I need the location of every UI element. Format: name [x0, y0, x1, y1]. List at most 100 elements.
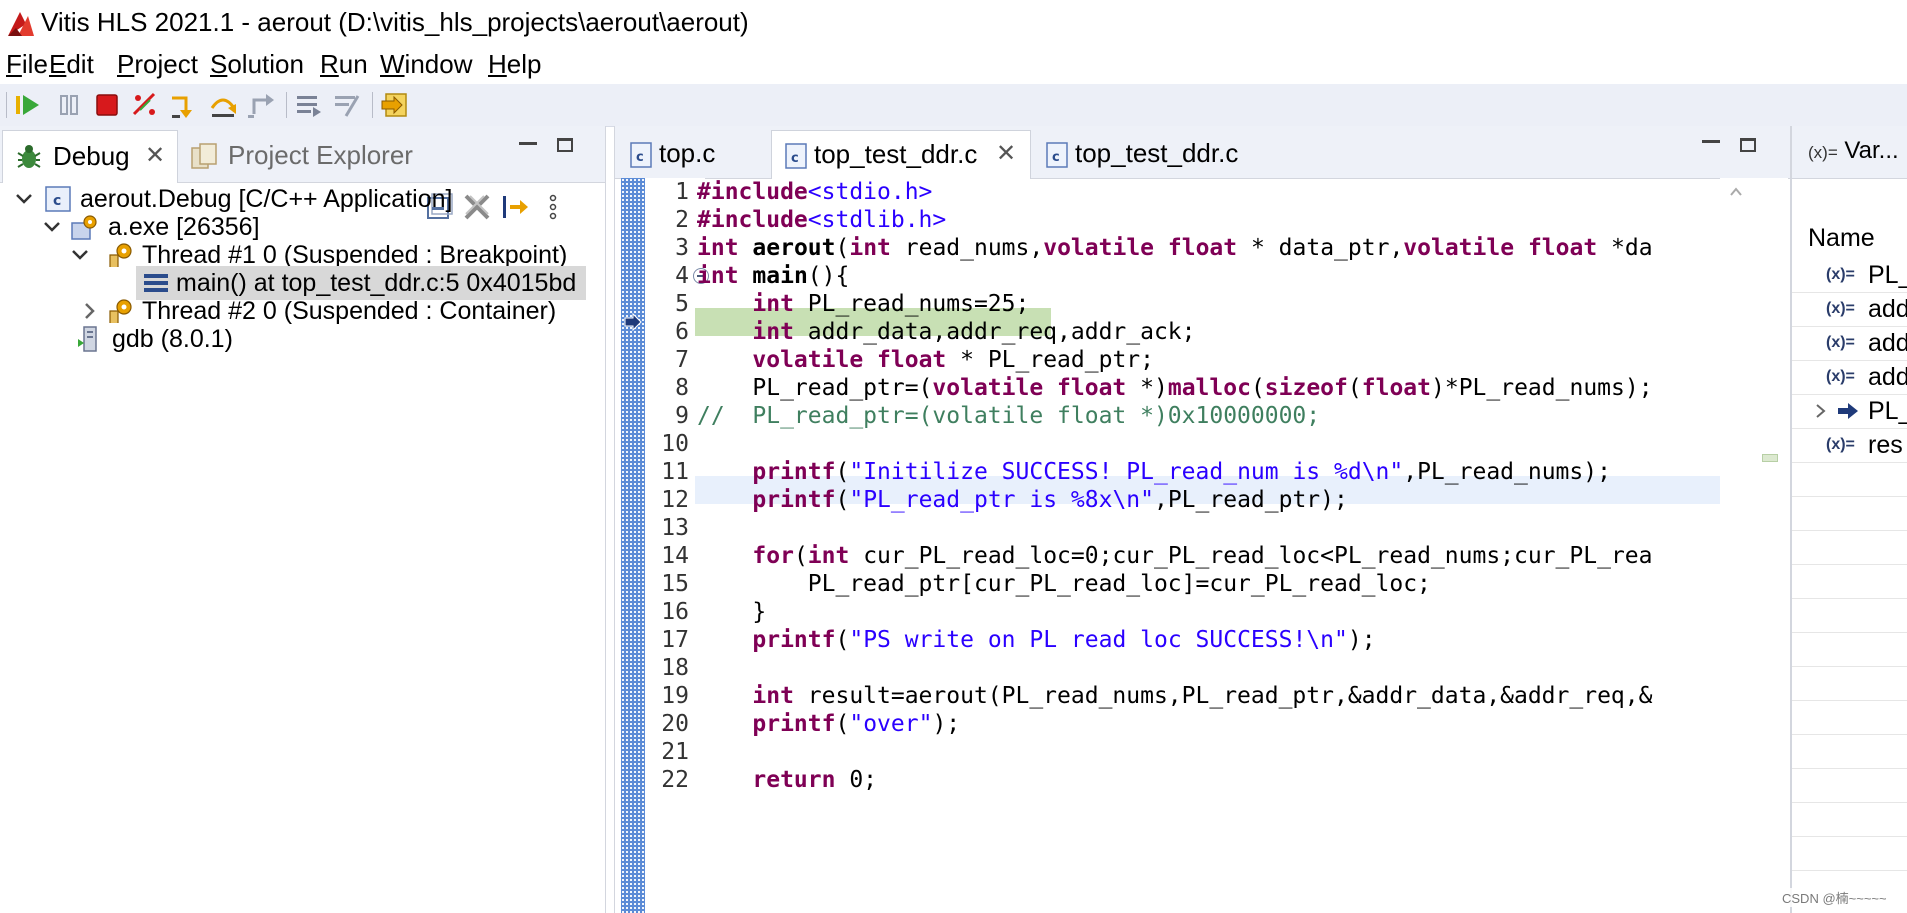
stack-frame-icon — [144, 274, 168, 292]
variable-row-empty — [1792, 564, 1907, 599]
tab-debug[interactable]: Debug ✕ — [2, 130, 178, 183]
use-step-filters-icon[interactable] — [332, 90, 362, 120]
chevron-down-icon[interactable] — [42, 210, 62, 244]
code-line: // PL_read_ptr=(volatile float *)0x10000… — [697, 403, 1321, 429]
variable-name: PL_ — [1868, 261, 1907, 289]
menu-project[interactable]: Project — [117, 47, 198, 81]
line-number: 19 — [661, 683, 689, 709]
variable-row-empty — [1792, 802, 1907, 837]
tab-variables[interactable]: (x)= Var... — [1808, 136, 1899, 168]
code-line-current: int PL_read_nums=25; — [752, 291, 1030, 317]
maximize-icon[interactable] — [557, 138, 573, 152]
code-line: volatile float * PL_read_ptr; — [752, 347, 1154, 373]
line-number: 7 — [675, 347, 689, 373]
code-line: int main(){ — [697, 263, 850, 289]
menu-edit[interactable]: Edit — [49, 47, 94, 81]
variable-name: add — [1868, 295, 1907, 323]
editor-area: c top.c c top_test_ddr.c ✕ c top_test_dd… — [614, 126, 1791, 913]
project-explorer-icon — [191, 143, 217, 169]
editor-tabbar: c top.c c top_test_ddr.c ✕ c top_test_dd… — [615, 126, 1790, 179]
variable-row-pointer[interactable]: PL_ — [1792, 394, 1907, 429]
suspend-icon[interactable] — [54, 90, 84, 120]
line-number: 18 — [661, 655, 689, 681]
variable-row[interactable]: (x)= add — [1792, 360, 1907, 395]
editor-tab-top-test-ddr-c-2[interactable]: c top_test_ddr.c — [1033, 130, 1273, 178]
code-line: printf("Initilize SUCCESS! PL_read_num i… — [752, 459, 1611, 485]
menu-file[interactable]: File — [6, 47, 48, 81]
line-number: 8 — [675, 375, 689, 401]
line-number: 5 — [675, 291, 689, 317]
chevron-right-icon[interactable] — [1814, 402, 1828, 420]
resume-icon[interactable] — [12, 90, 42, 120]
overview-ruler[interactable] — [1754, 178, 1788, 913]
code-line: return 0; — [752, 767, 878, 793]
code-line: printf("PL_read_ptr is %8x\n",PL_read_pt… — [752, 487, 1348, 513]
variable-icon: (x)= — [1826, 436, 1855, 453]
tab-project-explorer-label: Project Explorer — [228, 140, 413, 170]
variable-row-empty — [1792, 598, 1907, 633]
disconnect-icon[interactable] — [130, 90, 160, 120]
chevron-down-icon[interactable] — [14, 182, 34, 216]
chevron-down-icon[interactable] — [70, 238, 90, 272]
step-into-icon[interactable] — [168, 90, 198, 120]
variable-name: add — [1868, 363, 1907, 391]
toolbar-separator — [372, 92, 373, 118]
vitis-logo-icon — [8, 12, 34, 36]
code-line: int aerout(int read_nums,volatile float … — [697, 235, 1653, 261]
code-line: int result=aerout(PL_read_nums,PL_read_p… — [752, 683, 1653, 709]
line-number: 1 — [675, 179, 689, 205]
close-icon[interactable]: ✕ — [145, 139, 165, 173]
svg-text:c: c — [791, 151, 799, 166]
column-header-name[interactable]: Name — [1808, 222, 1875, 254]
variable-row-empty — [1792, 734, 1907, 769]
step-into-selection-icon[interactable] — [500, 192, 530, 222]
variable-row[interactable]: (x)= PL_ — [1792, 258, 1907, 293]
minimize-icon[interactable] — [1702, 140, 1720, 143]
instruction-stepping-icon[interactable] — [294, 90, 324, 120]
menu-run[interactable]: Run — [320, 47, 368, 81]
variable-icon: (x)= — [1826, 266, 1855, 283]
maximize-icon[interactable] — [1740, 138, 1756, 152]
line-number: 20 — [661, 711, 689, 737]
thread-icon — [109, 299, 132, 323]
terminate-icon[interactable] — [92, 90, 122, 120]
overview-ruler-mark[interactable] — [1762, 454, 1778, 462]
window-title: Vitis HLS 2021.1 - aerout (D:\vitis_hls_… — [41, 7, 749, 37]
line-number: 11 — [661, 459, 689, 485]
variable-icon: (x)= — [1826, 334, 1855, 351]
variable-row[interactable]: (x)= add — [1792, 326, 1907, 361]
line-number: 15 — [661, 571, 689, 597]
line-number: 6 — [675, 319, 689, 345]
editor-scrollbar[interactable] — [1720, 178, 1754, 913]
svg-text:c: c — [636, 150, 644, 165]
line-number: 16 — [661, 599, 689, 625]
minimize-icon[interactable] — [519, 142, 537, 145]
tree-item-gdb[interactable]: gdb (8.0.1) — [74, 322, 374, 356]
variable-row-empty — [1792, 496, 1907, 531]
view-menu-icon[interactable] — [538, 192, 568, 222]
code-editor[interactable]: 1 2 3 4 5 6 7 8 9 10 11 12 13 14 15 16 1… — [615, 178, 1790, 913]
line-number: 17 — [661, 627, 689, 653]
menu-bar: File Edit Project Solution Run Window He… — [0, 44, 1907, 84]
line-number: 14 — [661, 543, 689, 569]
variable-row[interactable]: (x)= add — [1792, 292, 1907, 327]
editor-tab-label: top_test_ddr.c — [814, 139, 978, 169]
editor-tab-top-c[interactable]: c top.c — [617, 130, 767, 178]
toolbar-separator — [286, 92, 287, 118]
scroll-up-icon[interactable] — [1730, 186, 1742, 198]
editor-tab-top-test-ddr-c[interactable]: c top_test_ddr.c ✕ — [771, 130, 1031, 179]
variable-row-empty — [1792, 530, 1907, 565]
close-icon[interactable]: ✕ — [996, 137, 1016, 171]
thread-icon — [109, 243, 132, 267]
step-return-icon[interactable] — [246, 90, 276, 120]
c-file-icon: c — [1046, 142, 1068, 168]
variables-tab-icon: (x)= — [1808, 143, 1838, 162]
menu-window[interactable]: Window — [380, 47, 472, 81]
step-over-icon[interactable] — [208, 90, 238, 120]
menu-help[interactable]: Help — [488, 47, 541, 81]
variable-row[interactable]: (x)= res — [1792, 428, 1907, 463]
tab-project-explorer[interactable]: Project Explorer — [186, 130, 446, 182]
menu-solution[interactable]: Solution — [210, 47, 304, 81]
launch-icon[interactable] — [380, 90, 410, 120]
debug-view: Debug ✕ Project Explorer c aerout.Debug … — [0, 126, 606, 913]
